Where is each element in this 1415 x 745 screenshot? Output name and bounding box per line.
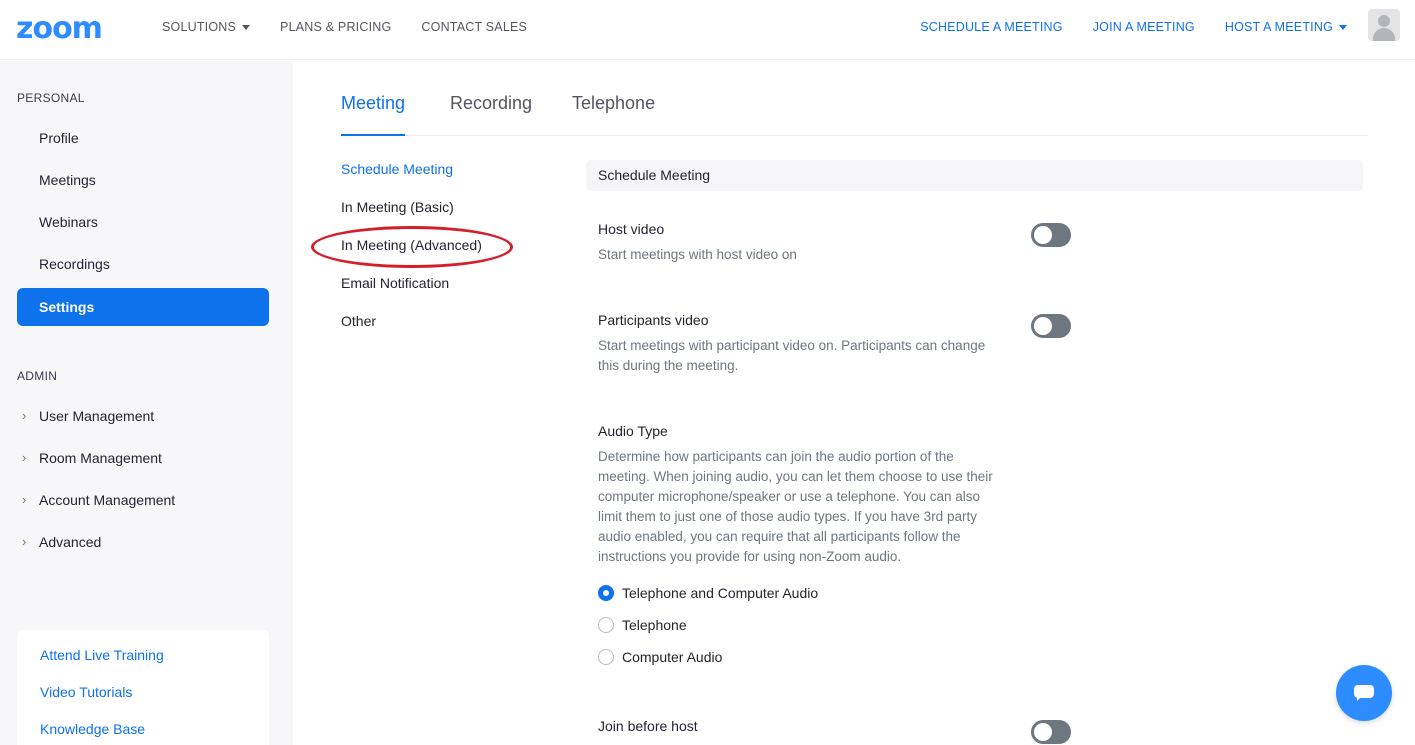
- avatar-body: [1373, 28, 1395, 41]
- action-nav: SCHEDULE A MEETING JOIN A MEETING HOST A…: [920, 20, 1347, 34]
- radio-button[interactable]: [598, 649, 614, 665]
- chevron-right-icon: ›: [22, 534, 27, 549]
- subnav-schedule-meeting[interactable]: Schedule Meeting: [341, 161, 453, 177]
- sidebar-item-profile[interactable]: Profile: [17, 119, 269, 157]
- nav-plans-pricing[interactable]: PLANS & PRICING: [280, 20, 391, 34]
- section-header-schedule-meeting: Schedule Meeting: [586, 160, 1363, 191]
- radio-telephone-and-computer-audio[interactable]: Telephone and Computer Audio: [598, 583, 818, 603]
- participants-video-toggle[interactable]: [1031, 314, 1071, 338]
- sidebar-item-recordings[interactable]: Recordings: [17, 245, 269, 283]
- sidebar-item-settings[interactable]: Settings: [17, 288, 269, 326]
- nav-solutions[interactable]: SOLUTIONS: [162, 20, 251, 34]
- sidebar-item-room-management[interactable]: › Room Management: [17, 439, 269, 477]
- nav-host-meeting[interactable]: HOST A MEETING: [1225, 20, 1347, 34]
- nav-contact-sales[interactable]: CONTACT SALES: [421, 20, 527, 34]
- sidebar-item-webinars[interactable]: Webinars: [17, 203, 269, 241]
- nav-schedule-meeting[interactable]: SCHEDULE A MEETING: [920, 20, 1063, 34]
- link-attend-live-training[interactable]: Attend Live Training: [40, 647, 164, 663]
- annotation-highlight-ellipse: [311, 226, 513, 268]
- radio-telephone[interactable]: Telephone: [598, 615, 687, 635]
- join-before-host-toggle[interactable]: [1031, 720, 1071, 744]
- sidebar-item-advanced[interactable]: › Advanced: [17, 523, 269, 561]
- tab-meeting[interactable]: Meeting: [341, 93, 406, 136]
- join-before-host-title: Join before host: [598, 718, 698, 734]
- caret-down-icon: [242, 25, 251, 31]
- radio-computer-audio[interactable]: Computer Audio: [598, 647, 722, 667]
- settings-tabs: Meeting Recording Telephone: [341, 93, 1368, 136]
- audio-type-description: Determine how participants can join the …: [598, 449, 993, 564]
- zoom-logo[interactable]: zoom: [16, 11, 103, 46]
- caret-down-icon: [1339, 25, 1347, 31]
- participants-video-description: Start meetings with participant video on…: [598, 338, 986, 373]
- radio-button-checked[interactable]: [598, 585, 614, 601]
- subnav-in-meeting-basic[interactable]: In Meeting (Basic): [341, 199, 454, 215]
- user-avatar[interactable]: [1368, 9, 1400, 41]
- sidebar-section-admin: ADMIN: [17, 369, 58, 383]
- tab-recording[interactable]: Recording: [450, 93, 532, 135]
- tab-telephone[interactable]: Telephone: [572, 93, 655, 135]
- avatar-head: [1378, 15, 1390, 27]
- link-video-tutorials[interactable]: Video Tutorials: [40, 684, 132, 700]
- primary-nav: SOLUTIONS PLANS & PRICING CONTACT SALES: [162, 20, 527, 34]
- participants-video-title: Participants video: [598, 312, 709, 328]
- chat-support-button[interactable]: [1336, 665, 1392, 721]
- sidebar-item-account-management[interactable]: › Account Management: [17, 481, 269, 519]
- toggle-knob: [1034, 317, 1052, 335]
- sidebar: PERSONAL Profile Meetings Webinars Recor…: [0, 61, 293, 745]
- chevron-right-icon: ›: [22, 492, 27, 507]
- host-video-title: Host video: [598, 221, 665, 237]
- sidebar-section-personal: PERSONAL: [17, 91, 85, 105]
- toggle-knob: [1034, 226, 1052, 244]
- link-knowledge-base[interactable]: Knowledge Base: [40, 721, 145, 737]
- host-video-description: Start meetings with host video on: [598, 247, 797, 262]
- host-video-toggle[interactable]: [1031, 223, 1071, 247]
- nav-join-meeting[interactable]: JOIN A MEETING: [1093, 20, 1195, 34]
- chevron-right-icon: ›: [22, 408, 27, 423]
- help-links-card: Attend Live Training Video Tutorials Kno…: [17, 630, 269, 745]
- subnav-email-notification[interactable]: Email Notification: [341, 275, 449, 291]
- radio-button[interactable]: [598, 617, 614, 633]
- sidebar-item-meetings[interactable]: Meetings: [17, 161, 269, 199]
- chevron-right-icon: ›: [22, 450, 27, 465]
- sidebar-item-user-management[interactable]: › User Management: [17, 397, 269, 435]
- audio-type-title: Audio Type: [598, 423, 668, 439]
- chat-bubble-tail: [1357, 696, 1362, 701]
- subnav-other[interactable]: Other: [341, 313, 376, 329]
- top-navigation: zoom SOLUTIONS PLANS & PRICING CONTACT S…: [0, 0, 1415, 60]
- toggle-knob: [1034, 723, 1052, 741]
